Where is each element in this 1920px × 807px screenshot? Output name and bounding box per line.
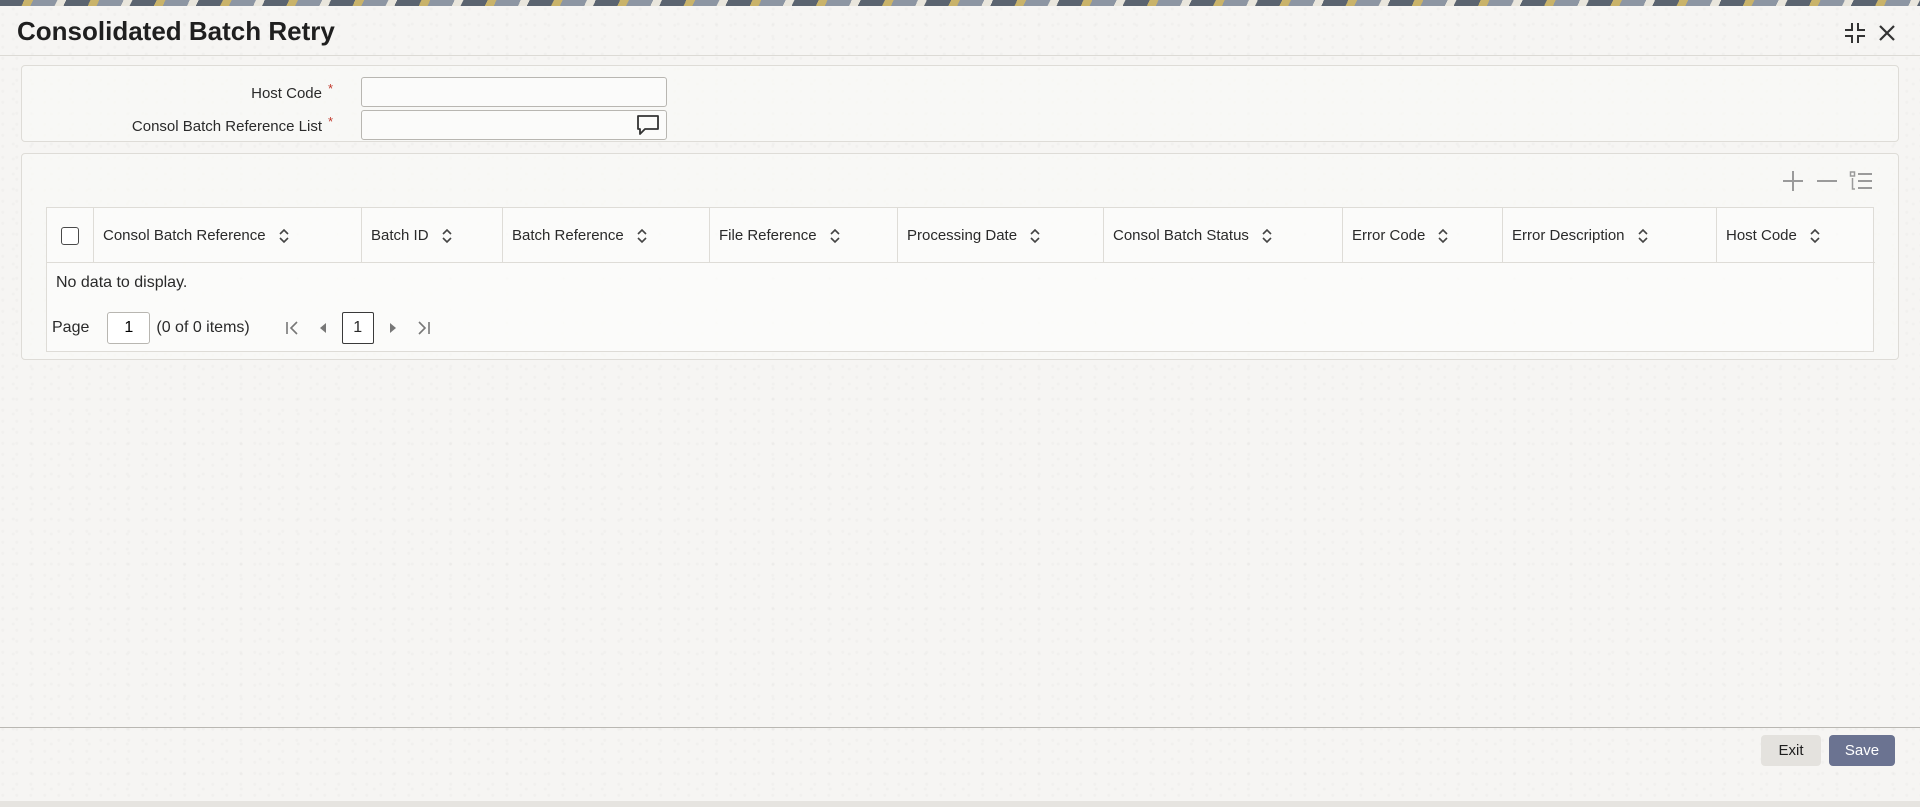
host-code-label: Host Code [251, 85, 322, 102]
column-header-error-code[interactable]: Error Code [1343, 208, 1503, 263]
sort-icon[interactable] [1809, 228, 1821, 244]
sort-icon[interactable] [278, 228, 290, 244]
plus-icon [1783, 171, 1803, 191]
caret-left-icon [319, 323, 326, 333]
sort-icon[interactable] [1437, 228, 1449, 244]
list-view-icon [1849, 171, 1872, 190]
data-grid: Consol Batch Reference Batch ID Batch Re… [46, 207, 1875, 352]
save-button[interactable]: Save [1829, 735, 1895, 766]
sort-icon[interactable] [636, 228, 648, 244]
page-label: Page [52, 319, 90, 336]
host-code-row: Host Code * [22, 77, 682, 109]
column-label: Error Code [1352, 227, 1426, 244]
first-page-icon [285, 321, 298, 335]
select-all-checkbox[interactable] [61, 226, 79, 245]
column-header-batch-id[interactable]: Batch ID [362, 208, 503, 263]
grid-header: Consol Batch Reference Batch ID Batch Re… [47, 208, 1875, 263]
column-header-consol-batch-reference[interactable]: Consol Batch Reference [94, 208, 362, 263]
column-label: Batch Reference [512, 227, 624, 244]
last-page-button[interactable] [408, 313, 438, 343]
exit-button[interactable]: Exit [1761, 735, 1821, 766]
consol-batch-reference-list-input[interactable] [361, 110, 667, 140]
consol-batch-reference-list-row: Consol Batch Reference List * [22, 110, 682, 142]
previous-page-button[interactable] [308, 313, 338, 343]
pager: Page (0 of 0 items) 1 [52, 312, 438, 344]
column-label: Host Code [1726, 227, 1797, 244]
host-code-required-mark: * [328, 81, 334, 96]
sort-icon[interactable] [441, 228, 453, 244]
add-row-button[interactable] [1780, 168, 1806, 194]
sort-icon[interactable] [1637, 228, 1649, 244]
page-number-input[interactable] [107, 312, 151, 344]
host-code-input[interactable] [361, 77, 667, 107]
minus-icon [1817, 180, 1837, 182]
column-label: File Reference [719, 227, 817, 244]
column-header-batch-reference[interactable]: Batch Reference [503, 208, 710, 263]
list-of-values-button[interactable] [634, 114, 662, 136]
column-label: Consol Batch Reference [103, 227, 266, 244]
form-section: Host Code * Consol Batch Reference List … [21, 65, 1899, 142]
column-header-file-reference[interactable]: File Reference [710, 208, 898, 263]
first-page-button[interactable] [278, 313, 308, 343]
footer: Exit Save [0, 727, 1920, 801]
single-view-button[interactable] [1848, 168, 1874, 194]
column-header-processing-date[interactable]: Processing Date [898, 208, 1104, 263]
select-all-column [47, 208, 94, 263]
delete-row-button[interactable] [1814, 168, 1840, 194]
page-header: Consolidated Batch Retry [0, 6, 1920, 56]
current-page-number[interactable]: 1 [341, 312, 374, 344]
column-header-error-description[interactable]: Error Description [1503, 208, 1717, 263]
column-label: Batch ID [371, 227, 429, 244]
minimize-button[interactable] [1840, 18, 1870, 48]
caret-right-icon [389, 323, 396, 333]
bottom-strip [0, 801, 1920, 807]
column-header-consol-batch-status[interactable]: Consol Batch Status [1104, 208, 1343, 263]
page-title: Consolidated Batch Retry [17, 16, 335, 46]
empty-message: No data to display. [56, 274, 188, 291]
column-label: Processing Date [907, 227, 1018, 244]
consol-batch-reference-list-required-mark: * [328, 114, 334, 129]
close-icon [1879, 25, 1895, 41]
sort-icon[interactable] [1261, 228, 1273, 244]
last-page-icon [418, 321, 430, 335]
sort-icon[interactable] [829, 228, 841, 244]
items-count: (0 of 0 items) [156, 319, 250, 336]
column-label: Error Description [1512, 227, 1625, 244]
sort-icon[interactable] [1029, 228, 1041, 244]
consol-batch-reference-list-label: Consol Batch Reference List [131, 118, 322, 135]
grid-card: Consol Batch Reference Batch ID Batch Re… [21, 153, 1899, 360]
grid-toolbar [1780, 168, 1874, 194]
collapse-arrows-icon [1845, 23, 1865, 43]
column-header-host-code[interactable]: Host Code [1717, 208, 1873, 263]
next-page-button[interactable] [378, 313, 408, 343]
speech-bubble-icon [637, 115, 659, 135]
column-label: Consol Batch Status [1113, 227, 1249, 244]
close-button[interactable] [1872, 18, 1902, 48]
